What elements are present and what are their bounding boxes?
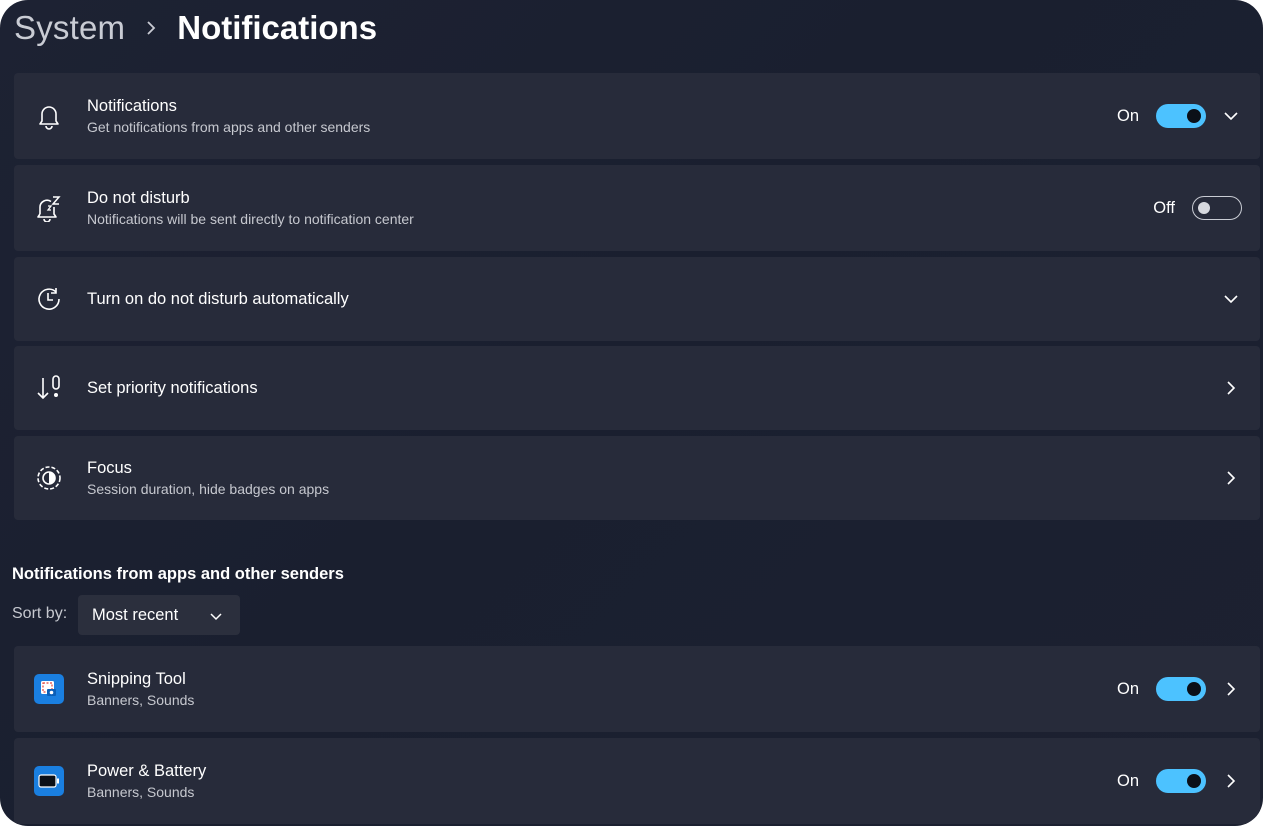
app-subtitle: Banners, Sounds [87,784,195,800]
chevron-right-icon[interactable] [1220,770,1242,792]
bell-icon [34,101,64,131]
setting-subtitle: Get notifications from apps and other se… [87,119,371,135]
breadcrumb: System Notifications [14,6,377,50]
focus-card[interactable]: Focus Session duration, hide badges on a… [14,436,1260,520]
chevron-down-icon[interactable] [1220,105,1242,127]
setting-title: Notifications [87,97,177,115]
chevron-down-icon [210,608,222,626]
priority-notifications-card[interactable]: Set priority notifications [14,346,1260,430]
chevron-right-icon [125,20,177,36]
chevron-right-icon[interactable] [1220,678,1242,700]
do-not-disturb-toggle[interactable] [1192,196,1242,220]
apps-section-title: Notifications from apps and other sender… [12,565,344,583]
bell-snooze-icon [34,193,64,223]
setting-title: Turn on do not disturb automatically [87,290,349,308]
breadcrumb-system[interactable]: System [14,9,125,47]
toggle-state-label: On [1116,106,1139,125]
app-title: Power & Battery [87,762,207,780]
priority-sort-icon [34,373,64,403]
sort-dropdown[interactable]: Most recent [78,595,240,635]
app-title: Snipping Tool [87,670,186,688]
toggle-state-label: On [1116,679,1139,698]
notifications-setting-card[interactable]: Notifications Get notifications from app… [14,73,1260,159]
settings-window: System Notifications Notifications Get n… [0,0,1263,826]
snipping-tool-toggle[interactable] [1156,677,1206,701]
chevron-right-icon[interactable] [1220,377,1242,399]
auto-dnd-card[interactable]: Turn on do not disturb automatically [14,257,1260,341]
battery-icon [34,766,64,796]
page-title: Notifications [177,9,378,46]
app-card-snipping-tool[interactable]: Snipping Tool Banners, Sounds On [14,646,1260,732]
app-card-power-battery[interactable]: Power & Battery Banners, Sounds On [14,738,1260,824]
sort-dropdown-value: Most recent [92,605,179,624]
notifications-toggle[interactable] [1156,104,1206,128]
power-battery-toggle[interactable] [1156,769,1206,793]
setting-subtitle: Session duration, hide badges on apps [87,481,330,497]
do-not-disturb-card[interactable]: Do not disturb Notifications will be sen… [14,165,1260,251]
chevron-down-icon[interactable] [1220,288,1242,310]
setting-title: Focus [87,459,132,477]
chevron-right-icon[interactable] [1220,467,1242,489]
setting-title: Set priority notifications [87,379,258,397]
focus-icon [34,463,64,493]
setting-subtitle: Notifications will be sent directly to n… [87,211,414,227]
toggle-state-label: On [1116,771,1139,790]
sort-by-label: Sort by: [12,605,68,622]
toggle-state-label: Off [1153,198,1175,217]
clock-refresh-icon [34,284,64,314]
snipping-tool-icon [34,674,64,704]
setting-title: Do not disturb [87,189,190,207]
app-subtitle: Banners, Sounds [87,692,195,708]
